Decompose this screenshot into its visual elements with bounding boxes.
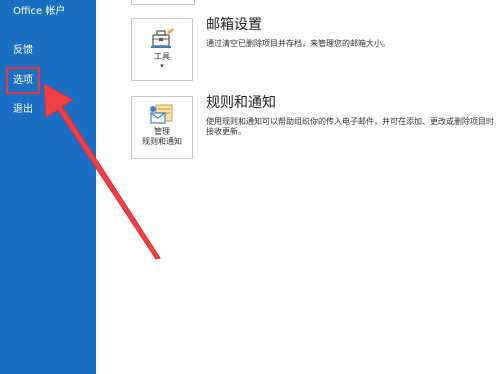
- manage-button-label-line1: 管理: [154, 127, 170, 136]
- toolbox-icon: [151, 28, 174, 48]
- outlook-backstage-window: Office 帐户 反馈 选项 退出 工具 ▾ 邮箱设置 通过清空已删除项目并存…: [0, 0, 497, 374]
- rules-alerts-title: 规则和通知: [206, 95, 276, 111]
- nav-item-office-account[interactable]: Office 帐户: [0, 6, 96, 18]
- tools-button[interactable]: 工具 ▾: [131, 18, 193, 81]
- nav-item-label: 选项: [13, 75, 33, 86]
- tools-button-label: 工具: [154, 52, 170, 61]
- nav-item-label: 反馈: [13, 45, 33, 56]
- manage-button-label-line2: 规则和通知: [142, 137, 182, 146]
- nav-item-label: Office 帐户: [13, 6, 66, 17]
- backstage-nav: Office 帐户 反馈 选项 退出: [0, 0, 96, 374]
- backstage-content: 工具 ▾ 邮箱设置 通过清空已删除项目并存档，来管理您的邮箱大小。 管理 规则和…: [96, 0, 497, 374]
- rules-envelope-icon: [150, 104, 173, 124]
- mailbox-settings-description: 通过清空已删除项目并存档，来管理您的邮箱大小。: [206, 39, 390, 48]
- rules-alerts-description: 使用规则和通知可以帮助组织你的传入电子邮件，并可在添加、更改或删除项目时接收更新…: [206, 117, 494, 136]
- nav-item-label: 退出: [13, 104, 33, 115]
- manage-rules-alerts-button[interactable]: 管理 规则和通知: [131, 96, 193, 159]
- nav-item-exit[interactable]: 退出: [0, 104, 96, 116]
- chevron-down-icon: ▾: [160, 62, 164, 70]
- nav-item-feedback[interactable]: 反馈: [0, 45, 96, 57]
- previous-tile-edge: [131, 0, 195, 5]
- nav-item-options[interactable]: 选项: [0, 75, 96, 87]
- mailbox-settings-title: 邮箱设置: [206, 17, 262, 33]
